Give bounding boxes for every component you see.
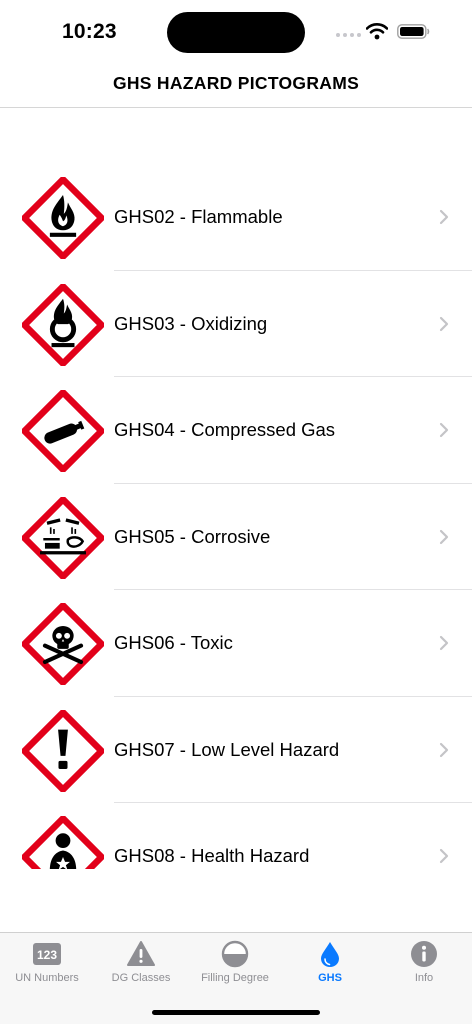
chevron-right-icon xyxy=(439,529,449,544)
list-item-ghs06[interactable]: GHS06 - Toxic xyxy=(0,590,472,697)
status-time: 10:23 xyxy=(62,20,117,43)
health-hazard-pictogram-icon xyxy=(22,816,104,869)
chevron-right-icon xyxy=(439,848,449,864)
list-item-label: GHS03 - Oxidizing xyxy=(114,312,268,334)
list-item-ghs04[interactable]: GHS04 - Compressed Gas xyxy=(0,377,472,484)
list-item-ghs03[interactable]: GHS03 - Oxidizing xyxy=(0,271,472,377)
tab-filling-degree[interactable]: Filling Degree xyxy=(188,933,282,993)
tab-ghs[interactable]: GHS xyxy=(283,933,377,993)
list-item-ghs08[interactable]: GHS08 - Health Hazard xyxy=(0,803,472,869)
un-number-badge-icon: 123 xyxy=(33,943,61,965)
tab-label: GHS xyxy=(318,972,342,984)
warning-triangle-icon xyxy=(127,941,155,966)
skull-crossbones-pictogram-icon xyxy=(22,603,104,685)
info-icon xyxy=(411,941,437,967)
list-item-label: GHS02 - Flammable xyxy=(114,206,283,227)
list-item-label: GHS07 - Low Level Hazard xyxy=(114,738,340,760)
tab-dg-classes[interactable]: DG Classes xyxy=(94,933,188,993)
home-indicator[interactable] xyxy=(152,1010,320,1015)
un-number-badge-text: 123 xyxy=(37,948,57,962)
list-item-label: GHS08 - Health Hazard xyxy=(114,845,310,866)
tab-un-numbers[interactable]: 123 UN Numbers xyxy=(0,933,94,993)
chevron-right-icon xyxy=(439,635,449,651)
list-item-ghs02[interactable]: GHS02 - Flammable xyxy=(0,164,472,271)
flame-pictogram-icon xyxy=(22,177,104,259)
navigation-bar: GHS HAZARD PICTOGRAMS xyxy=(0,62,472,108)
dynamic-island xyxy=(167,12,305,53)
chevron-right-icon xyxy=(439,422,449,438)
list-item-ghs05[interactable]: GHS05 - Corrosive xyxy=(0,484,472,590)
list-item-label: GHS04 - Compressed Gas xyxy=(114,419,336,440)
tab-label: Filling Degree xyxy=(201,972,269,984)
chevron-right-icon xyxy=(439,316,449,331)
cellular-signal-icon xyxy=(336,33,361,37)
half-filled-circle-icon xyxy=(221,940,249,968)
list-item-label: GHS05 - Corrosive xyxy=(114,525,271,547)
status-bar: 10:23 xyxy=(0,0,472,62)
tab-label: UN Numbers xyxy=(15,972,79,984)
chevron-right-icon xyxy=(439,742,449,757)
chevron-right-icon xyxy=(439,209,449,225)
flame-over-circle-pictogram-icon xyxy=(22,283,104,366)
tab-label: DG Classes xyxy=(111,972,171,984)
page-title: GHS HAZARD PICTOGRAMS xyxy=(112,73,360,93)
tab-info[interactable]: Info xyxy=(377,933,471,993)
corrosion-pictogram-icon xyxy=(22,496,104,579)
tab-label: Info xyxy=(414,972,434,984)
wifi-icon xyxy=(366,23,388,40)
list-item-label: GHS06 - Toxic xyxy=(114,632,233,653)
drop-icon xyxy=(321,942,339,967)
exclamation-mark-pictogram-icon xyxy=(22,709,104,792)
list-item-ghs07[interactable]: GHS07 - Low Level Hazard xyxy=(0,697,472,803)
pictogram-list: GHS02 - Flammable GHS03 - Oxidizing GHS0… xyxy=(0,164,472,869)
gas-cylinder-pictogram-icon xyxy=(22,390,104,472)
battery-icon xyxy=(397,24,430,39)
